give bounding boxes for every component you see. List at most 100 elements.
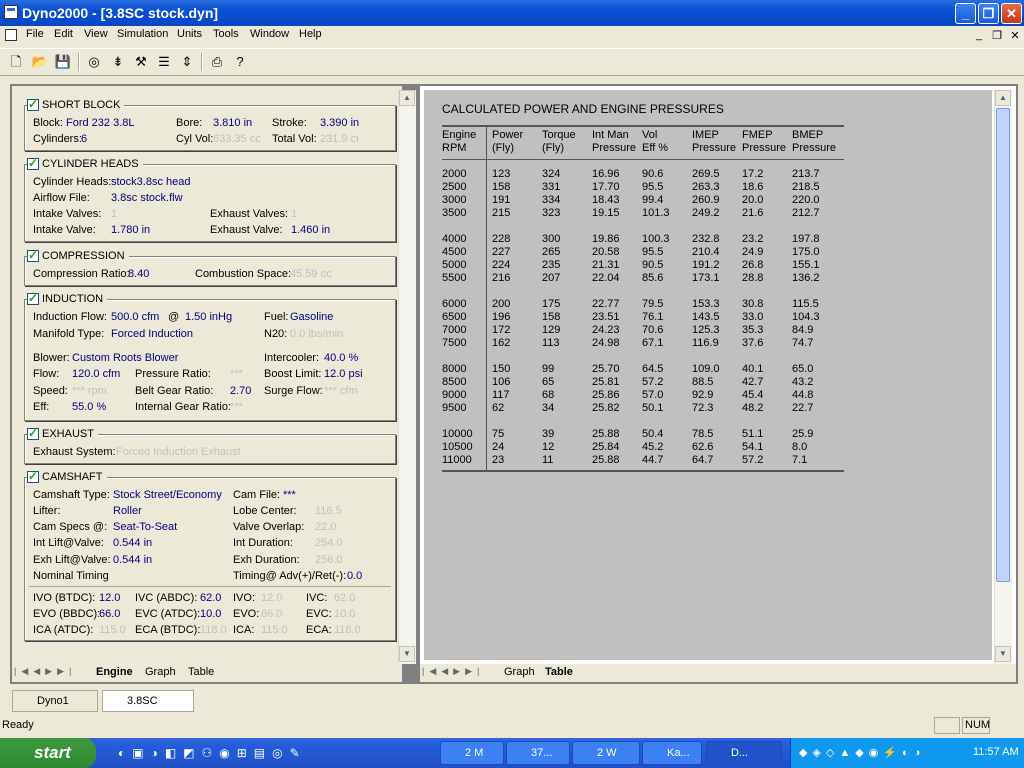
tools-icon[interactable]: ⚒ [131,52,151,72]
cylinder-heads-header[interactable]: CYLINDER HEADS [27,156,143,171]
tab-table-results[interactable]: Table [545,666,573,678]
title-bar[interactable]: Dyno2000 - [3.8SC stock.dyn] _ ❐ ✕ [0,0,1024,26]
menu-simulation[interactable]: Simulation [117,28,168,40]
scroll-up-icon[interactable]: ▲ [995,90,1011,106]
taskbar-button-ka[interactable]: Ka... [642,741,702,765]
exhaust-valve-value[interactable]: 1.460 in [291,224,330,236]
minimize-button[interactable]: _ [955,3,976,24]
iterate-icon[interactable]: ⇟ [108,52,128,72]
bore-value[interactable]: 3.810 in [213,117,252,129]
block-label: Block: [33,117,63,129]
menu-help[interactable]: Help [299,28,322,40]
tab-nav-arrows[interactable]: |◀◀▶▶| [422,666,484,677]
clock[interactable]: 11:57 AM [973,746,1019,758]
close-button[interactable]: ✕ [1001,3,1022,24]
tab-table[interactable]: Table [188,666,214,678]
menu-edit[interactable]: Edit [54,28,73,40]
start-button[interactable]: start [0,738,96,768]
table-cell: 88.5 [692,376,714,388]
manifold-type-value[interactable]: Forced Induction [111,328,193,340]
blower-flow-value[interactable]: 120.0 cfm [72,368,120,380]
tab-graph-results[interactable]: Graph [504,666,535,678]
induction-pressure-value[interactable]: 1.50 inHg [185,311,232,323]
induction-flow-value[interactable]: 500.0 cfm [111,311,159,323]
tab-nav-arrows[interactable]: |◀◀▶▶| [14,666,76,677]
scroll-up-icon[interactable]: ▲ [399,90,415,106]
blower-eff-value[interactable]: 55.0 % [72,401,106,413]
intake-valve-value[interactable]: 1.780 in [111,224,150,236]
fuel-value[interactable]: Gasoline [290,311,333,323]
ivc-abdc-value[interactable]: 62.0 [200,592,221,604]
cam-specs-value[interactable]: Seat-To-Seat [113,521,177,533]
tray-icons[interactable]: ◆◈◇▲◆◉⚡◐◑ [799,746,925,759]
quick-launch-icons[interactable]: ◐▣◑◧◩⚇◉⊞▤◎✎ [118,746,307,760]
exhaust-header[interactable]: EXHAUST [27,426,98,441]
print-icon[interactable]: ⎙ [207,52,227,72]
eca-btdc-value: 118.0 [200,624,227,636]
run-simulation-icon[interactable]: ◎ [84,52,104,72]
camshaft-checkbox[interactable] [27,469,39,483]
scroll-down-icon[interactable]: ▼ [995,646,1011,662]
taskbar-button-2m[interactable]: 2 M [440,741,504,765]
compare-icon[interactable]: ⇕ [177,52,197,72]
evc-atdc-value[interactable]: 10.0 [200,608,221,620]
engine-vertical-scrollbar[interactable]: ▲ ▼ [398,90,416,664]
document-icon[interactable] [5,29,17,41]
compression-header[interactable]: COMPRESSION [27,248,129,263]
compression-checkbox[interactable] [27,248,39,262]
save-icon[interactable]: 💾 [53,52,73,72]
doc-tab-3-8sc-stock[interactable]: 3.8SC stock... [102,690,194,727]
compression-ratio-value[interactable]: 8.40 [128,268,149,280]
int-lift-value[interactable]: 0.544 in [113,537,152,549]
table-cell: 215 [492,207,511,219]
app-icon[interactable] [4,5,18,19]
open-folder-icon[interactable]: 📂 [30,52,50,72]
camshaft-header[interactable]: CAMSHAFT [27,469,107,484]
camshaft-type-value[interactable]: Stock Street/Economy [113,489,222,501]
menu-window[interactable]: Window [250,28,289,40]
cylinder-heads-checkbox[interactable] [27,156,39,170]
cylinder-heads-value[interactable]: stock3.8sc head [111,176,191,188]
scroll-thumb[interactable] [996,108,1010,582]
short-block-checkbox[interactable] [27,97,39,111]
intercooler-value[interactable]: 40.0 % [324,352,358,364]
lifter-value[interactable]: Roller [113,505,142,517]
doc-restore-button[interactable]: ❐ [990,29,1004,42]
boost-limit-value[interactable]: 12.0 psi [324,368,363,380]
belt-gear-ratio-value[interactable]: 2.70 [230,385,251,397]
table-cell: 24.98 [592,337,620,349]
block-value[interactable]: Ford 232 3.8L [66,117,135,129]
doc-tab-dyno1[interactable]: Dyno1 [12,690,98,712]
ivo-btdc-value[interactable]: 12.0 [99,592,120,604]
taskbar-button-37[interactable]: 37... [506,741,570,765]
evo-bbdc-value[interactable]: 66.0 [99,608,120,620]
help-icon[interactable]: ? [230,52,250,72]
airflow-file-value[interactable]: 3.8sc stock.flw [111,192,183,204]
taskbar-button-dyno[interactable]: D... [706,741,782,765]
doc-minimize-button[interactable]: _ [972,29,986,41]
menu-view[interactable]: View [84,28,108,40]
tab-graph[interactable]: Graph [145,666,176,678]
results-vertical-scrollbar[interactable]: ▲ ▼ [994,90,1012,664]
cylinders-value[interactable]: 6 [81,133,87,145]
menu-tools[interactable]: Tools [213,28,239,40]
restore-button[interactable]: ❐ [978,3,999,24]
cam-file-value[interactable]: *** [283,489,296,501]
blower-value[interactable]: Custom Roots Blower [72,352,178,364]
tab-engine[interactable]: Engine [96,666,133,678]
stroke-value[interactable]: 3.390 in [320,117,359,129]
induction-header[interactable]: INDUCTION [27,291,108,306]
chart-icon[interactable]: ☰ [154,52,174,72]
scroll-down-icon[interactable]: ▼ [399,646,415,662]
short-block-header[interactable]: SHORT BLOCK [27,97,125,112]
menu-file[interactable]: File [26,28,44,40]
taskbar-button-2w[interactable]: 2 W [572,741,640,765]
exhaust-checkbox[interactable] [27,426,39,440]
doc-close-button[interactable]: ✕ [1008,29,1022,42]
induction-checkbox[interactable] [27,291,39,305]
exh-lift-value[interactable]: 0.544 in [113,554,152,566]
cyl-vol-value: 633.35 cc [213,133,261,145]
new-file-icon[interactable]: 🗋 [6,52,26,72]
menu-units[interactable]: Units [177,28,202,40]
timing-value[interactable]: 0.0 [347,570,362,582]
